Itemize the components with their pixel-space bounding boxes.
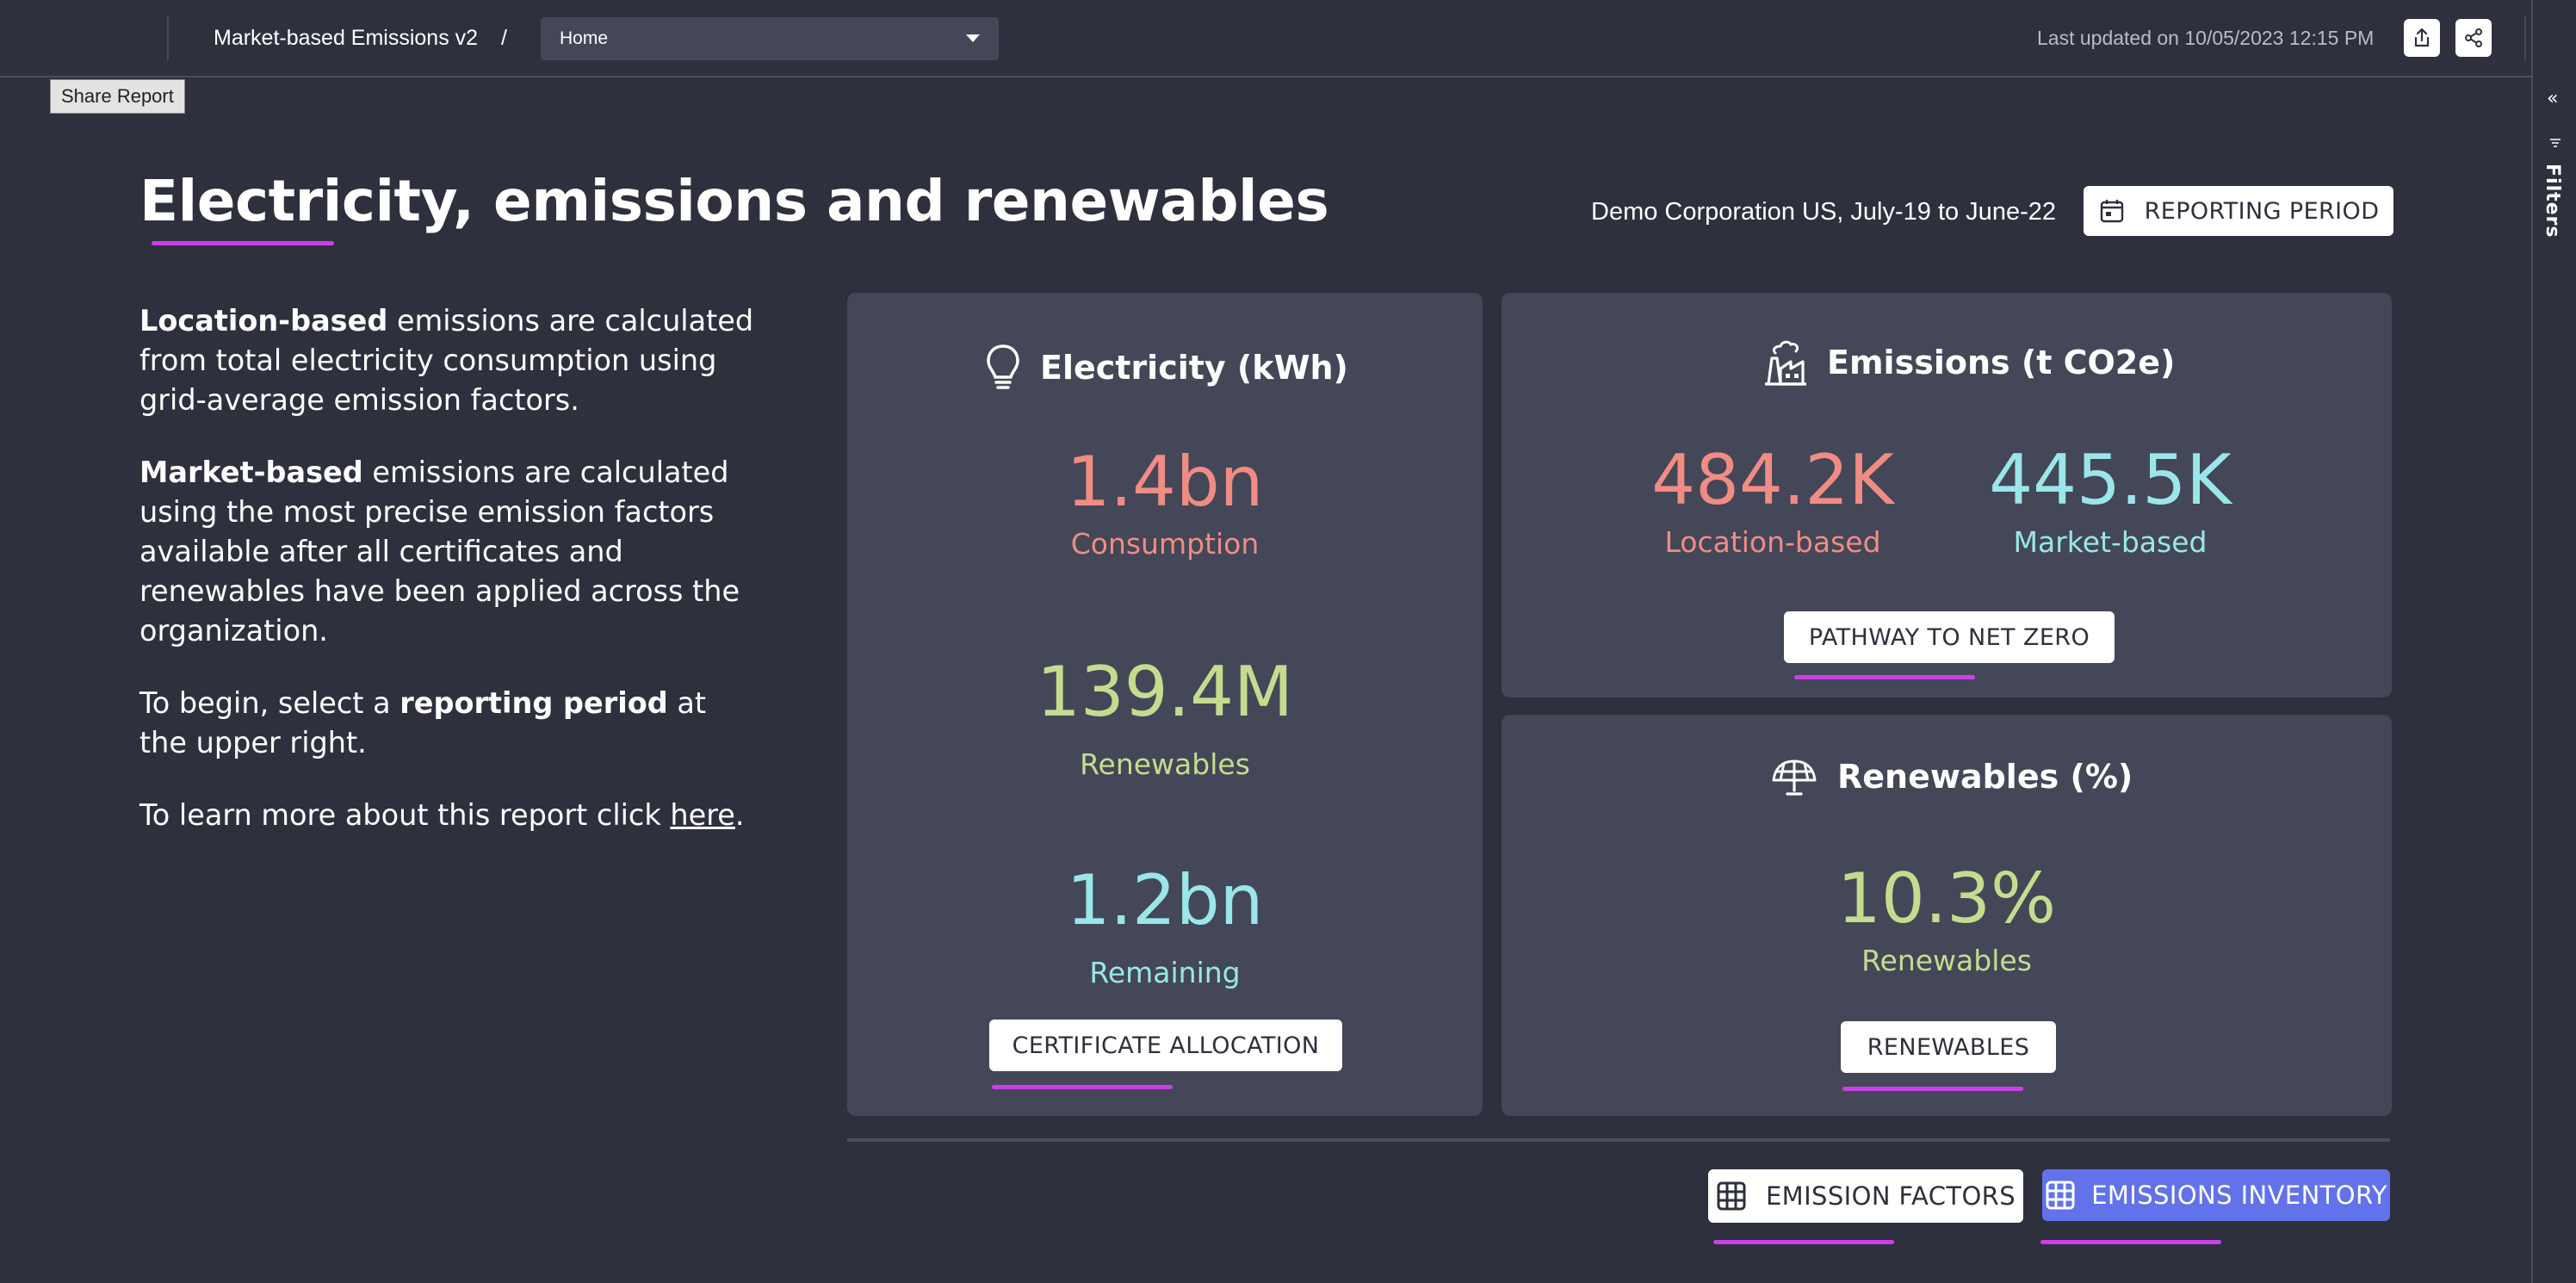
learn-more-link[interactable]: here — [670, 798, 735, 832]
lightbulb-icon — [985, 343, 1021, 393]
report-name: Market-based Emissions v2 — [214, 26, 479, 50]
solar-panel-icon — [1770, 756, 1818, 797]
filters-label[interactable]: Filters — [2542, 164, 2563, 239]
page-selector-dropdown[interactable]: Home — [541, 17, 999, 60]
button-underline — [1842, 1087, 2023, 1091]
emphasis-text: reporting period — [399, 686, 668, 720]
emissions-title-text: Emissions (t CO2e) — [1827, 344, 2176, 381]
pathway-to-net-zero-label: PATHWAY TO NET ZERO — [1808, 623, 2090, 651]
renewables-card: Renewables (%) 10.3% Renewables RENEWABL… — [1502, 715, 2392, 1116]
factory-icon — [1763, 338, 1808, 387]
last-updated-text: Last updated on 10/05/2023 12:15 PM — [2037, 27, 2375, 49]
export-button[interactable] — [2404, 19, 2440, 57]
table-grid-icon — [1716, 1181, 1747, 1212]
description-paragraph: Location-based emissions are calculated … — [139, 301, 759, 420]
emphasis-text: Location-based — [139, 304, 388, 338]
toolbar-divider — [167, 15, 169, 60]
electricity-title-text: Electricity (kWh) — [1040, 349, 1348, 387]
market-based-label: Market-based — [2013, 525, 2208, 559]
filters-pane[interactable]: « Filters — [2531, 0, 2576, 1283]
reporting-period-label: REPORTING PERIOD — [2144, 197, 2380, 225]
description-text: . — [734, 798, 745, 832]
toolbar-divider — [2524, 15, 2526, 60]
emission-factors-label: EMISSION FACTORS — [1765, 1181, 2016, 1211]
consumption-label: Consumption — [1070, 527, 1260, 561]
certificate-allocation-button[interactable]: CERTIFICATE ALLOCATION — [989, 1020, 1342, 1071]
top-bar: Market-based Emissions v2 / Home Last up… — [0, 0, 2531, 77]
location-based-metric: 484.2K Location-based — [1631, 437, 1915, 561]
button-underline — [1713, 1240, 1894, 1244]
consumption-metric: 1.4bn Consumption — [847, 439, 1483, 563]
description-paragraph: To learn more about this report click he… — [139, 796, 759, 835]
share-icon — [2465, 28, 2482, 47]
electricity-card-title: Electricity (kWh) — [985, 343, 1348, 393]
renewables-label: Renewables — [1080, 747, 1250, 781]
share-button[interactable] — [2455, 19, 2492, 57]
section-divider — [847, 1138, 2390, 1142]
emissions-card: Emissions (t CO2e) 484.2K Location-based… — [1502, 293, 2392, 697]
pathway-to-net-zero-button[interactable]: PATHWAY TO NET ZERO — [1784, 611, 2115, 663]
remaining-label: Remaining — [1089, 956, 1241, 989]
caret-down-icon — [966, 34, 980, 42]
export-icon — [2414, 28, 2430, 47]
table-grid-icon — [2045, 1180, 2076, 1211]
page-selector-value: Home — [560, 28, 609, 48]
renewables-button[interactable]: RENEWABLES — [1841, 1021, 2056, 1073]
reporting-period-button[interactable]: REPORTING PERIOD — [2084, 186, 2393, 236]
report-description: Location-based emissions are calculated … — [139, 301, 759, 868]
calendar-icon — [2098, 197, 2126, 225]
renewables-value: 139.4M — [1036, 652, 1294, 732]
emissions-inventory-button[interactable]: EMISSIONS INVENTORY — [2042, 1169, 2390, 1221]
emissions-card-title: Emissions (t CO2e) — [1763, 338, 2175, 387]
button-underline — [2040, 1240, 2221, 1244]
market-based-value: 445.5K — [1989, 440, 2232, 520]
market-based-metric: 445.5K Market-based — [1968, 437, 2252, 561]
emissions-inventory-label: EMISSIONS INVENTORY — [2091, 1181, 2387, 1210]
emission-factors-button[interactable]: EMISSION FACTORS — [1708, 1169, 2023, 1223]
renewables-metric: 139.4M Renewables — [847, 649, 1483, 784]
consumption-value: 1.4bn — [1066, 442, 1264, 522]
renewables-title-text: Renewables (%) — [1837, 758, 2133, 796]
emphasis-text: Market-based — [139, 456, 363, 489]
description-paragraph: Market-based emissions are calculated us… — [139, 453, 759, 651]
electricity-card: Electricity (kWh) 1.4bn Consumption 139.… — [847, 293, 1483, 1116]
location-based-label: Location-based — [1664, 525, 1881, 559]
description-text: To learn more about this report click — [139, 798, 671, 832]
organization-period-label: Demo Corporation US, July-19 to June-22 — [1591, 198, 2056, 226]
share-report-tooltip: Share Report — [50, 79, 185, 114]
remaining-metric: 1.2bn Remaining — [847, 858, 1483, 992]
certificate-allocation-label: CERTIFICATE ALLOCATION — [1012, 1032, 1320, 1059]
filter-icon — [2550, 139, 2561, 147]
renewables-share-metric: 10.3% Renewables — [1502, 856, 2392, 980]
button-underline — [992, 1085, 1173, 1089]
breadcrumb-separator: / — [501, 26, 507, 50]
renewables-button-label: RENEWABLES — [1867, 1033, 2030, 1061]
renewables-card-title: Renewables (%) — [1770, 756, 2133, 797]
button-underline — [1794, 675, 1975, 679]
page-title: Electricity, emissions and renewables — [139, 168, 1329, 234]
renewables-share-label: Renewables — [1861, 944, 2032, 977]
location-based-value: 484.2K — [1651, 440, 1894, 520]
remaining-value: 1.2bn — [1066, 860, 1264, 940]
description-paragraph: To begin, select a reporting period at t… — [139, 684, 759, 763]
renewables-share-value: 10.3% — [1836, 858, 2057, 939]
double-chevron-left-icon[interactable]: « — [2547, 90, 2558, 108]
description-text: To begin, select a — [139, 686, 400, 720]
title-underline — [152, 241, 334, 245]
